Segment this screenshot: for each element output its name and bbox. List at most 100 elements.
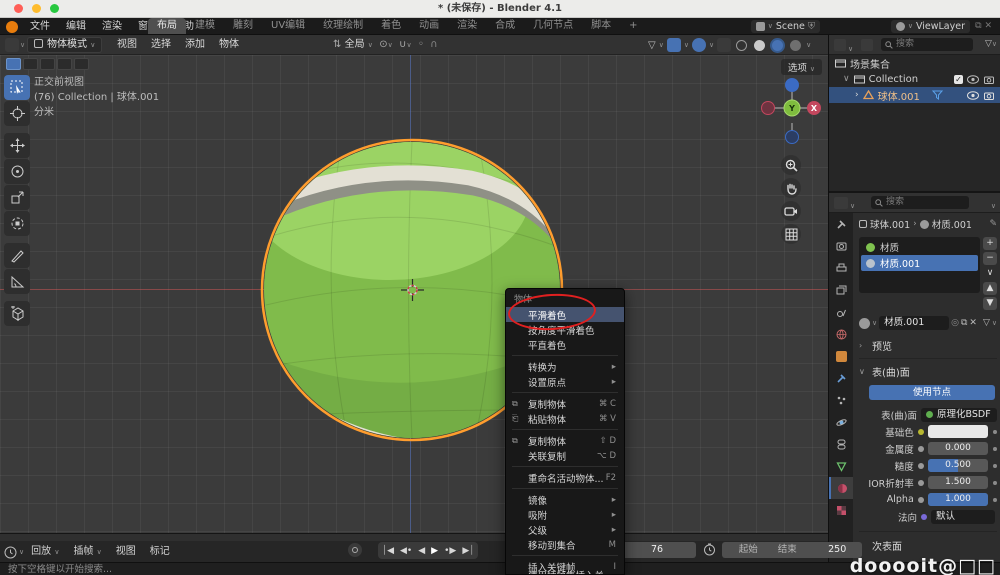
menu-marker[interactable]: 标记 <box>143 541 177 563</box>
menu-keying[interactable]: 插帧 ∨ <box>66 541 108 563</box>
scene-selector[interactable]: ∨Scene⛨ <box>751 20 820 33</box>
material-datablock-icon[interactable] <box>859 318 870 329</box>
material-slot-1[interactable]: 材质.001 <box>861 255 978 271</box>
tab-object[interactable] <box>829 345 853 367</box>
pan-hand-icon[interactable] <box>781 178 801 198</box>
tab-constraints[interactable] <box>829 433 853 455</box>
pivot-point-icon[interactable]: ⊙ <box>379 39 387 50</box>
base-color-swatch[interactable] <box>928 425 988 438</box>
use-nodes-button[interactable]: 使用节点 <box>869 385 995 400</box>
roughness-slider[interactable]: 0.500 <box>928 459 988 472</box>
tab-shading[interactable]: 着色 <box>372 18 410 34</box>
tab-compositing[interactable]: 合成 <box>486 18 524 34</box>
pin-icon[interactable]: ✎ <box>989 219 997 229</box>
menu-item-duplicate-linked[interactable]: 关联复制⌥ D <box>506 448 624 463</box>
3d-viewport[interactable]: 正交前视图 (76) Collection | 球体.001 分米 选项 ∨ <box>0 55 828 533</box>
outliner-display-mode-icon[interactable] <box>834 39 846 51</box>
tab-scripting[interactable]: 脚本 <box>582 18 620 34</box>
menu-item-copy-objects[interactable]: ⧉复制物体⌘ C <box>506 396 624 411</box>
panel-surface[interactable]: ∨表(曲)面 <box>859 364 997 379</box>
fake-user-shield-icon[interactable]: ◎ <box>951 318 959 328</box>
shading-rendered-icon[interactable] <box>790 40 801 51</box>
tab-render[interactable] <box>829 235 853 257</box>
normal-field[interactable]: 默认 <box>931 510 995 524</box>
material-specials-dropdown[interactable]: ∨ <box>983 267 997 280</box>
decorator-dot[interactable] <box>993 464 997 468</box>
move-slot-down-button[interactable]: ▼ <box>983 297 997 310</box>
outliner-filter-icon[interactable] <box>861 39 873 51</box>
show-overlays-icon[interactable] <box>692 38 706 52</box>
properties-search-input[interactable]: 搜索 <box>871 196 969 209</box>
shading-solid-icon[interactable] <box>754 40 765 51</box>
funnel-filter-icon[interactable]: ▽ <box>983 318 990 328</box>
ior-field[interactable]: 1.500 <box>928 476 988 489</box>
tab-sculpting[interactable]: 雕刻 <box>224 18 262 34</box>
outliner-funnel-icon[interactable]: ▽∨ <box>985 39 997 49</box>
close-window-button[interactable] <box>14 4 23 13</box>
new-material-copy-icon[interactable]: ⧉ <box>961 318 967 328</box>
camera-view-icon[interactable] <box>781 201 801 221</box>
tennis-ball-object[interactable] <box>0 55 828 533</box>
add-material-slot-button[interactable]: + <box>983 237 997 250</box>
zoom-icon[interactable] <box>781 155 801 175</box>
panel-subsurface[interactable]: ›次表面 <box>859 538 997 553</box>
outliner-row-sphere-object[interactable]: › 球体.001 <box>829 87 1000 103</box>
toggle-xray-icon[interactable] <box>717 38 731 52</box>
frame-range-end-field[interactable]: 结束250 <box>762 542 862 558</box>
collection-checkbox[interactable]: ✓ <box>954 75 963 84</box>
toggle-orthographic-icon[interactable] <box>781 224 801 244</box>
decorator-dot[interactable] <box>993 430 997 434</box>
move-slot-up-button[interactable]: ▲ <box>983 282 997 295</box>
tab-physics[interactable] <box>829 411 853 433</box>
properties-editor-type-icon[interactable] <box>834 197 848 209</box>
zoom-window-button[interactable] <box>50 4 59 13</box>
jump-to-end-button[interactable]: ▶⏐ <box>462 546 474 556</box>
menu-file[interactable]: 文件 <box>22 18 58 35</box>
material-name-field[interactable]: 材质.001 <box>879 316 949 330</box>
show-gizmo-icon[interactable] <box>667 38 681 52</box>
tab-view-layer[interactable] <box>829 279 853 301</box>
outliner-search-input[interactable]: 搜索 <box>881 38 973 51</box>
tab-geometry-nodes[interactable]: 几何节点 <box>524 18 582 34</box>
tab-tool[interactable] <box>829 213 853 235</box>
remove-material-slot-button[interactable]: − <box>983 252 997 265</box>
jump-to-start-button[interactable]: ⏐◀ <box>382 546 394 556</box>
tab-animation[interactable]: 动画 <box>410 18 448 34</box>
menu-item-set-origin[interactable]: 设置原点▸ <box>506 374 624 389</box>
blender-logo-icon[interactable] <box>6 21 18 33</box>
tab-rendering[interactable]: 渲染 <box>448 18 486 34</box>
hide-eye-icon[interactable] <box>967 75 979 84</box>
outliner-row-scene-collection[interactable]: 场景集合 <box>829 55 1000 71</box>
menu-playback[interactable]: 回放 ∨ <box>24 541 66 563</box>
menu-item-move-to-collection[interactable]: 移动到集合M <box>506 537 624 552</box>
previous-keyframe-button[interactable]: ◀• <box>400 546 412 556</box>
menu-view[interactable]: 视图 <box>110 35 144 55</box>
collapse-arrow-icon[interactable]: ∨ <box>843 74 850 84</box>
tab-object-data[interactable] <box>829 455 853 477</box>
shading-material-preview-icon[interactable] <box>772 40 783 51</box>
next-keyframe-button[interactable]: •▶ <box>444 546 456 556</box>
menu-select[interactable]: 选择 <box>144 35 178 55</box>
tab-output[interactable] <box>829 257 853 279</box>
tab-texture[interactable] <box>829 499 853 521</box>
falloff-curve-icon[interactable]: ∩ <box>430 39 437 50</box>
tab-uv-editing[interactable]: UV编辑 <box>262 18 314 34</box>
transform-orientation-dropdown[interactable]: 全局 <box>345 39 365 50</box>
minimize-window-button[interactable] <box>32 4 41 13</box>
decorator-dot[interactable] <box>993 447 997 451</box>
add-workspace-button[interactable]: + <box>620 18 646 34</box>
menu-object[interactable]: 物体 <box>212 35 246 55</box>
menu-render[interactable]: 渲染 <box>94 18 130 35</box>
auto-keying-button[interactable] <box>348 543 362 557</box>
metallic-slider[interactable]: 0.000 <box>928 442 988 455</box>
tab-material[interactable] <box>829 477 853 499</box>
menu-edit[interactable]: 编辑 <box>58 18 94 35</box>
timeline-editor-type-icon[interactable] <box>4 546 17 559</box>
play-reverse-button[interactable]: ◀ <box>418 546 425 556</box>
surface-shader-dropdown[interactable]: 原理化BSDF <box>921 408 997 422</box>
menu-item-paste-objects[interactable]: ⎗粘贴物体⌘ V <box>506 411 624 426</box>
panel-preview[interactable]: ›预览 <box>859 338 997 353</box>
tab-texture-paint[interactable]: 纹理绘制 <box>314 18 372 34</box>
decorator-dot[interactable] <box>993 481 997 485</box>
shading-wireframe-icon[interactable] <box>736 40 747 51</box>
